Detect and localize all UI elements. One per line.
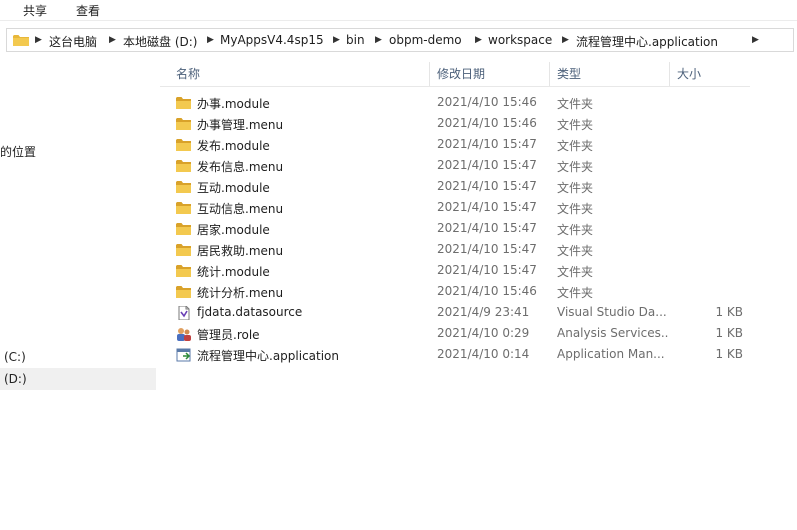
folder-icon	[176, 285, 192, 299]
file-row[interactable]: 统计分析.menu 2021/4/10 15:46 文件夹	[170, 282, 750, 303]
ribbon-tab-view[interactable]: 查看	[76, 2, 100, 19]
file-modified-date: 2021/4/10 15:46	[437, 95, 537, 109]
column-header-type[interactable]: 类型	[550, 62, 670, 86]
file-row[interactable]: 办事管理.menu 2021/4/10 15:46 文件夹	[170, 114, 750, 135]
file-size: 1 KB	[715, 326, 743, 340]
file-row[interactable]: 办事.module 2021/4/10 15:46 文件夹	[170, 93, 750, 114]
file-type: Visual Studio Da...	[557, 305, 667, 319]
breadcrumb-obpm-demo[interactable]: obpm-demo	[389, 33, 462, 47]
file-modified-date: 2021/4/10 0:29	[437, 326, 530, 340]
folder-icon	[176, 96, 192, 110]
file-row[interactable]: fjdata.datasource 2021/4/9 23:41 Visual St…	[170, 303, 750, 324]
breadcrumb-bin[interactable]: bin	[346, 33, 365, 47]
file-modified-date: 2021/4/10 15:47	[437, 179, 537, 193]
folder-icon	[13, 34, 29, 50]
nav-item-label: (D:)	[4, 372, 27, 386]
chevron-right-icon[interactable]: ▶	[562, 35, 569, 45]
file-row[interactable]: 居家.module 2021/4/10 15:47 文件夹	[170, 219, 750, 240]
datasource-file-icon	[176, 305, 192, 321]
file-name: 办事.module	[197, 97, 270, 111]
file-type: 文件夹	[557, 244, 594, 258]
folder-icon	[176, 180, 192, 194]
chevron-right-icon[interactable]: ▶	[333, 35, 340, 45]
folder-icon	[176, 264, 192, 278]
file-modified-date: 2021/4/10 15:47	[437, 242, 537, 256]
file-name: fjdata.datasource	[197, 305, 303, 319]
folder-icon	[176, 201, 192, 215]
breadcrumb-drive-d[interactable]: 本地磁盘 (D:)	[123, 33, 197, 50]
file-type: 文件夹	[557, 97, 594, 111]
file-modified-date: 2021/4/10 15:46	[437, 284, 537, 298]
application-file-icon	[176, 348, 192, 362]
chevron-right-icon[interactable]: ▶	[109, 35, 116, 45]
file-name: 互动信息.menu	[197, 202, 284, 216]
file-row[interactable]: 发布.module 2021/4/10 15:47 文件夹	[170, 135, 750, 156]
file-type: 文件夹	[557, 265, 594, 279]
chevron-right-icon[interactable]: ▶	[475, 35, 482, 45]
nav-item-drive-c[interactable]: (C:)	[0, 346, 156, 368]
file-row[interactable]: 发布信息.menu 2021/4/10 15:47 文件夹	[170, 156, 750, 177]
file-size: 1 KB	[715, 305, 743, 319]
ribbon-tab-share[interactable]: 共享	[23, 2, 47, 19]
file-modified-date: 2021/4/10 15:46	[437, 116, 537, 130]
file-type: Analysis Services...	[557, 326, 669, 340]
file-name: 办事管理.menu	[197, 118, 284, 132]
file-type: 文件夹	[557, 202, 594, 216]
nav-item-locations[interactable]: 的位置	[0, 143, 36, 160]
file-name: 统计分析.menu	[197, 286, 284, 300]
folder-icon	[176, 243, 192, 257]
file-row[interactable]: 流程管理中心.application 2021/4/10 0:14 Applicat…	[170, 345, 750, 366]
file-name: 发布.module	[197, 139, 270, 153]
file-row[interactable]: 统计.module 2021/4/10 15:47 文件夹	[170, 261, 750, 282]
file-type: Application Man...	[557, 347, 665, 361]
breadcrumb-myapps[interactable]: MyAppsV4.4sp15	[220, 33, 324, 47]
file-modified-date: 2021/4/10 0:14	[437, 347, 530, 361]
file-modified-date: 2021/4/10 15:47	[437, 263, 537, 277]
breadcrumb-this-pc[interactable]: 这台电脑	[49, 33, 97, 50]
ribbon: 共享 查看	[0, 0, 797, 21]
file-row[interactable]: 互动信息.menu 2021/4/10 15:47 文件夹	[170, 198, 750, 219]
nav-item-drive-d[interactable]: (D:)	[0, 368, 156, 390]
file-type: 文件夹	[557, 139, 594, 153]
file-row[interactable]: 管理员.role 2021/4/10 0:29 Analysis Services.…	[170, 324, 750, 345]
file-type: 文件夹	[557, 286, 594, 300]
breadcrumb-workspace[interactable]: workspace	[488, 33, 552, 47]
file-type: 文件夹	[557, 223, 594, 237]
address-bar[interactable]: ▶ 这台电脑 ▶ 本地磁盘 (D:) ▶ MyAppsV4.4sp15 ▶ bi…	[6, 28, 794, 52]
folder-icon	[176, 159, 192, 173]
file-size: 1 KB	[715, 347, 743, 361]
file-name: 居民救助.menu	[197, 244, 284, 258]
column-header-date[interactable]: 修改日期	[430, 62, 550, 86]
file-modified-date: 2021/4/10 15:47	[437, 200, 537, 214]
column-header-size[interactable]: 大小	[670, 62, 750, 86]
chevron-right-icon[interactable]: ▶	[375, 35, 382, 45]
file-name: 管理员.role	[197, 328, 260, 342]
file-modified-date: 2021/4/10 15:47	[437, 158, 537, 172]
file-row[interactable]: 居民救助.menu 2021/4/10 15:47 文件夹	[170, 240, 750, 261]
file-name: 统计.module	[197, 265, 270, 279]
file-row[interactable]: 互动.module 2021/4/10 15:47 文件夹	[170, 177, 750, 198]
folder-icon	[176, 138, 192, 152]
file-name: 互动.module	[197, 181, 270, 195]
column-header-row: 名称 修改日期 类型 大小	[160, 62, 750, 87]
file-name: 发布信息.menu	[197, 160, 284, 174]
file-name: 居家.module	[197, 223, 270, 237]
nav-item-label: (C:)	[4, 350, 26, 364]
file-modified-date: 2021/4/9 23:41	[437, 305, 530, 319]
column-header-name[interactable]: 名称	[160, 62, 430, 86]
folder-icon	[176, 222, 192, 236]
chevron-right-icon[interactable]: ▶	[35, 35, 42, 45]
file-modified-date: 2021/4/10 15:47	[437, 137, 537, 151]
file-type: 文件夹	[557, 160, 594, 174]
file-name: 流程管理中心.application	[197, 349, 340, 363]
file-type: 文件夹	[557, 118, 594, 132]
file-modified-date: 2021/4/10 15:47	[437, 221, 537, 235]
folder-icon	[176, 117, 192, 131]
role-file-icon	[176, 327, 192, 341]
file-type: 文件夹	[557, 181, 594, 195]
breadcrumb-application[interactable]: 流程管理中心.application	[576, 33, 718, 50]
chevron-right-icon[interactable]: ▶	[752, 35, 759, 45]
chevron-right-icon[interactable]: ▶	[207, 35, 214, 45]
